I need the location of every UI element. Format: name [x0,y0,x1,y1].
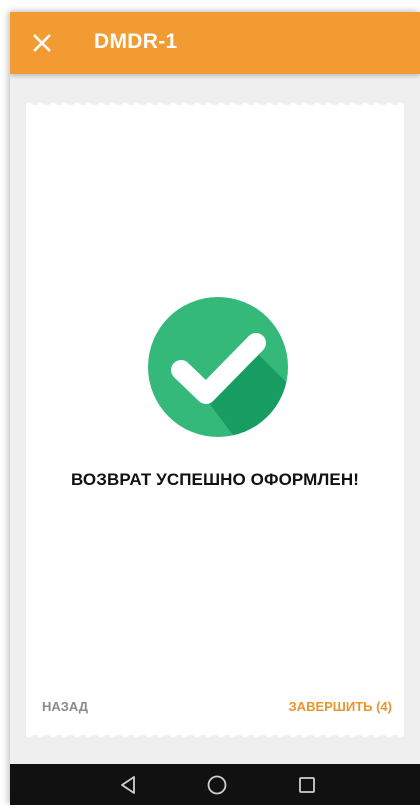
system-nav-bar [10,764,420,805]
close-icon[interactable] [28,29,56,57]
success-message: ВОЗВРАТ УСПЕШНО ОФОРМЛЕН! [70,470,360,489]
app-bar: DMDR-1 [10,12,420,74]
page-title: DMDR-1 [94,30,178,53]
nav-recents-icon[interactable] [296,774,318,796]
nav-home-icon[interactable] [206,774,228,796]
nav-back-icon[interactable] [118,774,140,796]
result-card: ВОЗВРАТ УСПЕШНО ОФОРМЛЕН! НАЗАД ЗАВЕРШИТ… [26,102,404,738]
finish-button[interactable]: ЗАВЕРШИТЬ (4) [289,699,392,714]
card-bottom-edge [26,733,404,738]
back-button[interactable]: НАЗАД [42,699,88,714]
app-screen: DMDR-1 ВОЗВРАТ УСПЕШНО ОФОРМЛЕН! НАЗАД З… [10,12,420,805]
card-top-edge [26,102,404,107]
check-circle-icon [148,297,288,437]
